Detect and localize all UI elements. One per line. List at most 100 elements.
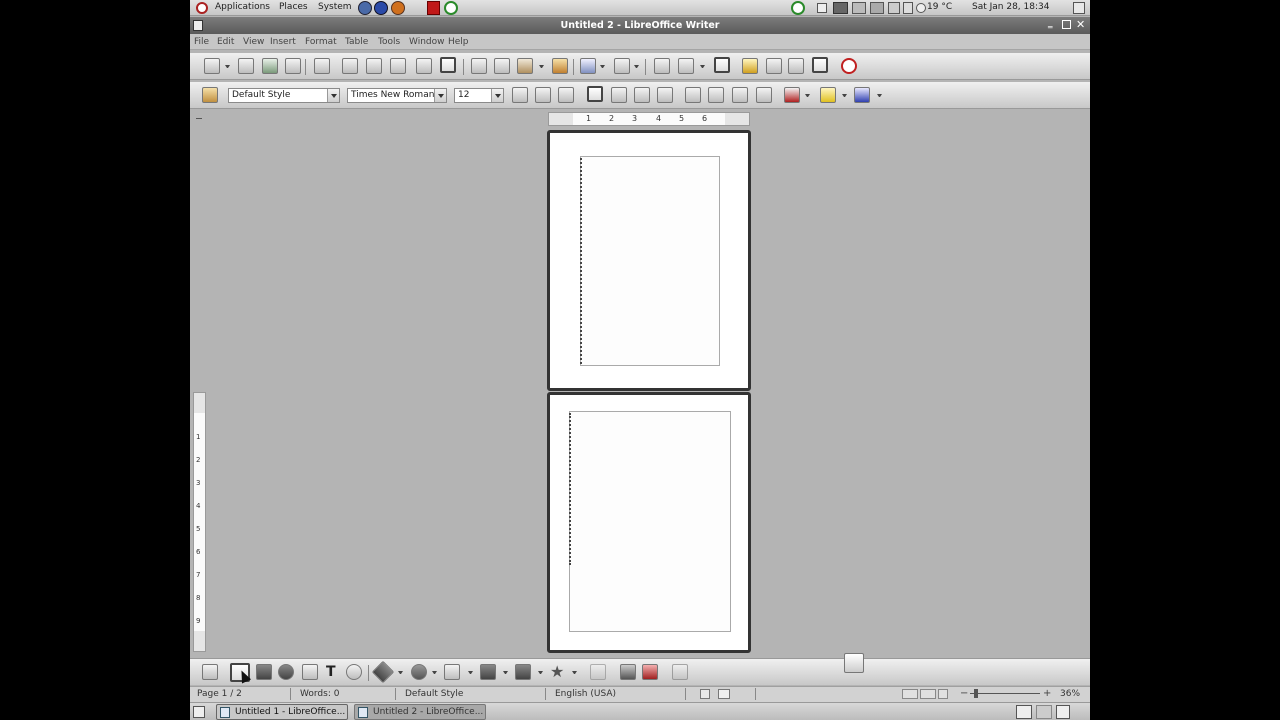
zoom-slider-track[interactable] [970,693,1040,694]
network-launcher-icon[interactable] [444,1,458,15]
flowcharts-icon[interactable] [480,664,496,680]
panel-menu-system[interactable]: System [318,2,352,12]
workspace-switcher-icon[interactable] [1036,705,1052,719]
navigator-icon[interactable] [742,58,758,74]
font-size-select[interactable]: 12 [454,88,504,103]
zoom-out-icon[interactable]: − [960,688,968,699]
background-color-icon[interactable] [854,87,870,103]
task-button-untitled-1[interactable]: Untitled 1 - LibreOffice... [216,704,348,720]
rectangle-tool-icon[interactable] [256,664,272,680]
menu-edit[interactable]: Edit [217,37,234,47]
insert-mode-icon[interactable] [700,689,710,699]
new-dropdown-icon[interactable] [225,65,230,68]
redo-dropdown-icon[interactable] [634,65,639,68]
panel-menu-applications[interactable]: Applications [215,2,270,12]
zoom-in-icon[interactable]: + [1043,688,1051,699]
justify-icon[interactable] [657,87,673,103]
tray-volume-icon[interactable] [903,2,913,14]
edit-mode-icon[interactable] [314,58,330,74]
show-desktop-icon[interactable] [1073,2,1085,14]
fontwork-icon[interactable] [620,664,636,680]
tray-battery-icon[interactable] [888,2,900,14]
open-icon[interactable] [238,58,254,74]
status-zoom-level[interactable]: 36% [1060,688,1080,700]
gallery-icon[interactable] [766,58,782,74]
tab-stop-icon[interactable] [196,115,202,119]
help-icon[interactable] [841,58,857,74]
status-word-count[interactable]: Words: 0 [300,688,339,700]
single-page-view-icon[interactable] [902,689,918,699]
clone-formatting-icon[interactable] [552,58,568,74]
highlighting-dropdown-icon[interactable] [842,94,847,97]
window-titlebar[interactable]: Untitled 2 - LibreOffice Writer ‗ ✕ [190,17,1090,34]
minimize-icon[interactable]: ‗ [1048,20,1058,30]
stars-dropdown-icon[interactable] [572,671,577,674]
new-document-icon[interactable] [204,58,220,74]
data-sources-icon[interactable] [788,58,804,74]
status-language[interactable]: English (USA) [555,688,616,700]
horizontal-ruler[interactable]: 1 2 3 4 5 6 [548,112,750,126]
points-icon[interactable] [590,664,606,680]
print-preview-icon[interactable] [390,58,406,74]
network-status-icon[interactable] [791,1,805,15]
panel-clock[interactable]: Sat Jan 28, 18:34 [972,2,1049,12]
menu-help[interactable]: Help [448,37,469,47]
block-arrows-dropdown-icon[interactable] [468,671,473,674]
hyperlink-icon[interactable] [654,58,670,74]
tray-keyboard-icon[interactable] [870,2,884,14]
status-page-number[interactable]: Page 1 / 2 [197,688,242,700]
paragraph-style-arrow-icon[interactable] [327,89,339,102]
basic-shapes-dropdown-icon[interactable] [398,671,403,674]
book-view-icon[interactable] [938,689,948,699]
document-page-2[interactable] [547,392,751,653]
tray-workspace-icon[interactable] [852,2,866,14]
page-1-text-area[interactable] [580,156,720,366]
font-name-select[interactable]: Times New Roman [347,88,447,103]
from-file-icon[interactable] [642,664,658,680]
redo-icon[interactable] [614,58,630,74]
mail-launcher-icon[interactable] [374,1,388,15]
font-name-arrow-icon[interactable] [434,89,446,102]
autospellcheck-icon[interactable] [440,57,456,73]
basic-shapes-icon[interactable] [371,660,395,684]
formatting-marks-icon[interactable] [812,57,828,73]
callouts-icon[interactable] [515,664,531,680]
export-pdf-icon[interactable] [342,58,358,74]
screen-capture-tray-icon[interactable] [844,653,864,673]
callouts-dropdown-icon[interactable] [538,671,543,674]
table-icon[interactable] [678,58,694,74]
background-color-dropdown-icon[interactable] [877,94,882,97]
select-arrow-icon[interactable] [202,664,218,680]
bullets-icon[interactable] [708,87,724,103]
vertical-ruler[interactable]: 1 2 3 4 5 6 7 8 9 [193,392,206,652]
extrusion-icon[interactable] [672,664,688,680]
page-2-text-area[interactable] [569,411,731,632]
undo-icon[interactable] [580,58,596,74]
align-center-icon[interactable] [611,87,627,103]
multi-page-view-icon[interactable] [920,689,936,699]
paste-dropdown-icon[interactable] [539,65,544,68]
paste-icon[interactable] [517,58,533,74]
zoom-slider-thumb[interactable] [974,689,978,698]
document-page-1[interactable] [547,130,751,391]
maximize-icon[interactable] [1062,20,1071,29]
spellcheck-icon[interactable] [416,58,432,74]
font-color-icon[interactable] [784,87,800,103]
pdf-reader-launcher-icon[interactable] [427,1,440,15]
ellipse-tool-icon[interactable] [278,664,294,680]
tray-window-icon[interactable] [817,3,827,13]
text-tool-icon[interactable]: T [326,664,340,680]
trash-icon[interactable] [1056,705,1070,719]
tray-monitor-icon[interactable] [833,2,848,14]
firefox-launcher-icon[interactable] [391,1,405,15]
copy-icon[interactable] [494,58,510,74]
align-left-icon[interactable] [587,86,603,102]
undo-dropdown-icon[interactable] [600,65,605,68]
underline-icon[interactable] [558,87,574,103]
show-draw-functions-icon[interactable] [714,57,730,73]
numbering-icon[interactable] [685,87,701,103]
show-desktop-taskbar-icon[interactable] [193,706,205,718]
browser-launcher-icon[interactable] [358,1,372,15]
freeform-line-icon[interactable] [302,664,318,680]
menu-table[interactable]: Table [345,37,368,47]
